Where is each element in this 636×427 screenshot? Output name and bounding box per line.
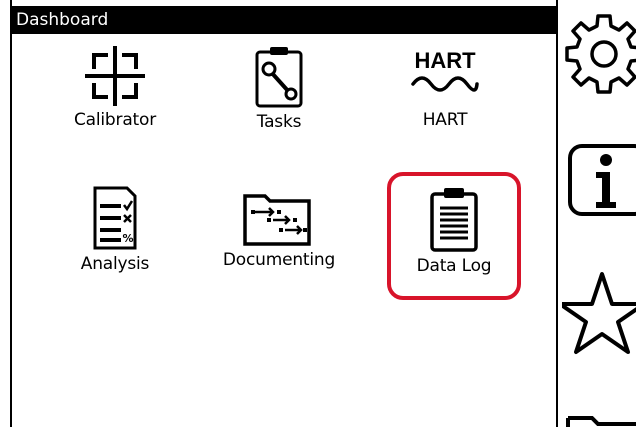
- settings-button[interactable]: [562, 14, 636, 94]
- star-icon: [558, 272, 636, 354]
- app-label: Calibrator: [74, 110, 156, 130]
- title-bar: Dashboard: [12, 6, 556, 34]
- app-label: Analysis: [80, 254, 150, 274]
- clipboard-wrench-icon: [255, 47, 303, 108]
- app-calibrator[interactable]: Calibrator: [45, 44, 185, 164]
- app-label: Data Log: [416, 256, 492, 276]
- dashboard-screen: Dashboard Calibrator Tasks HART HART % A…: [10, 0, 558, 427]
- app-analysis[interactable]: % Analysis: [45, 184, 185, 304]
- info-icon: [568, 144, 636, 216]
- svg-text:%: %: [122, 232, 133, 245]
- page-title: Dashboard: [16, 10, 109, 30]
- folder-icon: [566, 416, 636, 427]
- app-label: Documenting: [222, 250, 336, 270]
- favorites-button[interactable]: [558, 268, 636, 358]
- info-button[interactable]: [562, 140, 636, 220]
- app-documenting[interactable]: Documenting: [209, 184, 349, 304]
- gear-icon: [565, 14, 636, 94]
- app-data-log[interactable]: Data Log: [387, 172, 521, 300]
- crosshair-icon: [85, 46, 145, 106]
- app-label: Tasks: [256, 112, 302, 132]
- hart-wave-icon: HART: [411, 48, 479, 92]
- app-label: HART: [422, 110, 468, 130]
- folder-flow-icon: [243, 194, 311, 246]
- analysis-list-icon: %: [93, 186, 137, 250]
- clipboard-list-icon: [430, 188, 478, 252]
- hart-icon-text: HART: [414, 48, 476, 73]
- files-button[interactable]: [562, 404, 636, 427]
- app-hart[interactable]: HART HART: [375, 44, 515, 164]
- app-tasks[interactable]: Tasks: [209, 44, 349, 164]
